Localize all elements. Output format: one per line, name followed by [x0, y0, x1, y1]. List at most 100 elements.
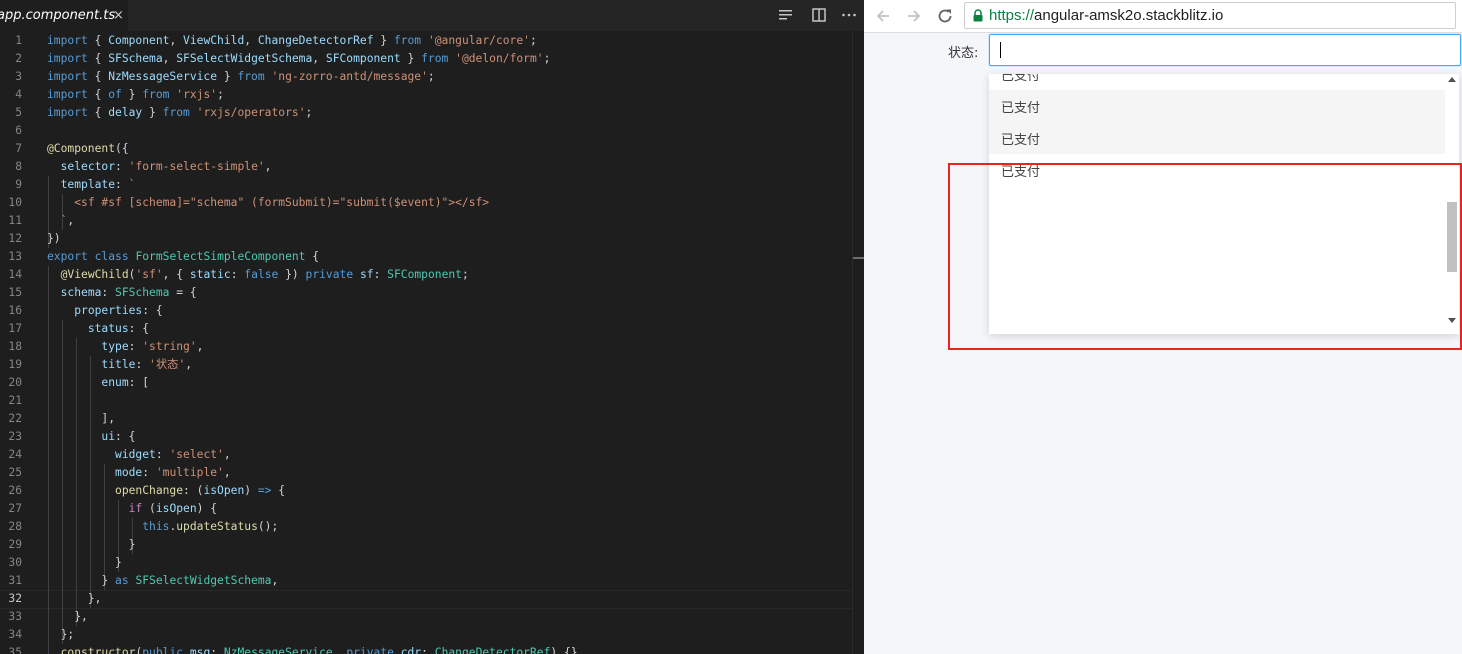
code-line[interactable]: 18 type: 'string', — [0, 338, 852, 356]
line-number: 1 — [15, 34, 22, 47]
code-area[interactable]: 1 import { Component, ViewChild, ChangeDe… — [0, 32, 864, 654]
editor-tab-app-component[interactable]: app.component.ts × — [0, 0, 128, 31]
code-text: this.updateStatus(); — [142, 520, 279, 533]
line-number: 15 — [8, 286, 22, 299]
line-number: 4 — [15, 88, 22, 101]
code-line[interactable]: 1 import { Component, ViewChild, ChangeDe… — [0, 32, 852, 50]
code-line[interactable]: 15 schema: SFSchema = { — [0, 284, 852, 302]
code-line[interactable]: 19 title: '状态', — [0, 356, 852, 374]
code-text: template: ` — [60, 178, 136, 191]
line-number: 31 — [8, 574, 22, 587]
code-text: enum: [ — [101, 376, 150, 389]
code-text: @ViewChild('sf', { static: false }) priv… — [60, 268, 469, 281]
forward-arrow-icon[interactable] — [904, 6, 924, 26]
code-line[interactable]: 20 enum: [ — [0, 374, 852, 392]
line-number: 28 — [8, 520, 22, 533]
line-number: 32 — [8, 592, 22, 605]
code-text: if (isOpen) { — [128, 502, 218, 515]
code-line[interactable]: 12}) — [0, 230, 852, 248]
line-number: 16 — [8, 304, 22, 317]
line-number: 35 — [8, 646, 22, 654]
code-line[interactable]: 4 import { of } from 'rxjs'; — [0, 86, 852, 104]
line-number: 8 — [15, 160, 22, 173]
code-line[interactable]: 3 import { NzMessageService } from 'ng-zo… — [0, 68, 852, 86]
code-text: import { NzMessageService } from 'ng-zor… — [47, 70, 435, 83]
reload-icon[interactable] — [935, 6, 955, 26]
editor-scrollbar[interactable] — [852, 31, 864, 654]
code-line[interactable]: 25 mode: 'multiple', — [0, 464, 852, 482]
status-dropdown-menu[interactable]: 已支付 已支付 已支付 已支付 — [989, 74, 1459, 334]
line-number: 23 — [8, 430, 22, 443]
line-number: 21 — [8, 394, 22, 407]
code-text: ui: { — [101, 430, 136, 443]
code-line[interactable]: 30 } — [0, 554, 852, 572]
code-text: import { of } from 'rxjs'; — [47, 88, 224, 101]
code-line[interactable]: 27 if (isOpen) { — [0, 500, 852, 518]
browser-preview: https://angular-amsk2o.stackblitz.io 状态:… — [864, 0, 1462, 654]
code-line[interactable]: 10 <sf #sf [schema]="schema" (formSubmit… — [0, 194, 852, 212]
code-text: }, — [47, 592, 102, 605]
code-text: } — [47, 556, 122, 569]
address-bar[interactable]: https://angular-amsk2o.stackblitz.io — [964, 2, 1456, 29]
code-line[interactable]: 34 }; — [0, 626, 852, 644]
code-line[interactable]: 14 @ViewChild('sf', { static: false }) p… — [0, 266, 852, 284]
line-number: 24 — [8, 448, 22, 461]
code-text: }) — [47, 232, 61, 245]
line-number: 33 — [8, 610, 22, 623]
line-number: 19 — [8, 358, 22, 371]
code-line[interactable]: 26 openChange: (isOpen) => { — [0, 482, 852, 500]
code-line[interactable]: 33 }, — [0, 608, 852, 626]
code-line[interactable]: 35 constructor(public msg: NzMessageServ… — [0, 644, 852, 654]
more-actions-icon[interactable] — [840, 6, 858, 24]
code-text: widget: 'select', — [115, 448, 231, 461]
code-line[interactable]: 2 import { SFSchema, SFSelectWidgetSchema… — [0, 50, 852, 68]
line-number: 12 — [8, 232, 22, 245]
code-line[interactable]: 7 @Component({ — [0, 140, 852, 158]
dropdown-option[interactable]: 已支付 — [989, 90, 1445, 122]
line-number: 2 — [15, 52, 22, 65]
dropdown-scrollbar[interactable] — [1445, 74, 1459, 334]
code-line[interactable]: 8 selector: 'form-select-simple', — [0, 158, 852, 176]
code-line[interactable]: 32 }, — [0, 590, 852, 608]
close-icon[interactable]: × — [113, 0, 124, 31]
toggle-layout-icon[interactable] — [810, 6, 828, 24]
status-select-input[interactable] — [989, 34, 1461, 66]
line-number: 3 — [15, 70, 22, 83]
code-line[interactable]: 6 — [0, 122, 852, 140]
dropdown-option[interactable]: 已支付 — [989, 74, 1445, 90]
code-line[interactable]: 13 export class FormSelectSimpleComponent… — [0, 248, 852, 266]
code-line[interactable]: 11 `, — [0, 212, 852, 230]
dropdown-option[interactable]: 已支付 — [989, 122, 1445, 154]
lock-icon — [973, 9, 983, 22]
split-editor-icon[interactable] — [777, 6, 795, 24]
code-line[interactable]: 5 import { delay } from 'rxjs/operators'; — [0, 104, 852, 122]
back-arrow-icon[interactable] — [873, 6, 893, 26]
code-line[interactable]: 17 status: { — [0, 320, 852, 338]
line-number: 10 — [8, 196, 22, 209]
scroll-up-arrow-icon[interactable] — [1448, 77, 1456, 82]
code-text: import { SFSchema, SFSelectWidgetSchema,… — [47, 52, 551, 65]
scroll-down-arrow-icon[interactable] — [1448, 318, 1456, 323]
scrollbar-thumb[interactable] — [1447, 202, 1457, 272]
code-line[interactable]: 21 — [0, 392, 852, 410]
dropdown-option[interactable]: 已支付 — [989, 154, 1445, 186]
line-number: 13 — [8, 250, 22, 263]
code-line[interactable]: 22 ], — [0, 410, 852, 428]
line-number: 11 — [8, 214, 22, 227]
url-scheme: https:// — [989, 7, 1035, 24]
code-line[interactable]: 23 ui: { — [0, 428, 852, 446]
code-line[interactable]: 24 widget: 'select', — [0, 446, 852, 464]
code-line[interactable]: 16 properties: { — [0, 302, 852, 320]
code-text: properties: { — [74, 304, 163, 317]
code-line[interactable]: 9 template: ` — [0, 176, 852, 194]
code-text: mode: 'multiple', — [115, 466, 231, 479]
code-text: openChange: (isOpen) => { — [115, 484, 286, 497]
code-line[interactable]: 28 this.updateStatus(); — [0, 518, 852, 536]
code-text: export class FormSelectSimpleComponent { — [47, 250, 320, 263]
line-number: 29 — [8, 538, 22, 551]
code-line[interactable]: 31 } as SFSelectWidgetSchema, — [0, 572, 852, 590]
line-number: 20 — [8, 376, 22, 389]
text-caret — [1000, 42, 1001, 58]
line-number: 25 — [8, 466, 22, 479]
code-line[interactable]: 29 } — [0, 536, 852, 554]
